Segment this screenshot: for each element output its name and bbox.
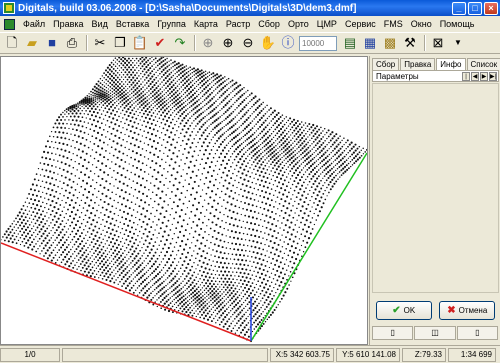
check-icon: ✔ — [392, 305, 401, 316]
tools-icon[interactable]: ⚒ — [401, 34, 419, 52]
tab-list[interactable]: Список — [466, 58, 500, 70]
menu-raster[interactable]: Растр — [222, 19, 254, 29]
status-page: 1/0 — [0, 347, 60, 362]
dropdown-arrow-icon[interactable]: ▼ — [449, 34, 467, 52]
maximize-button[interactable]: □ — [468, 1, 482, 15]
ok-button-label: OK — [403, 306, 416, 315]
menu-group[interactable]: Группа — [153, 19, 190, 29]
dem-3d-view[interactable] — [0, 56, 368, 345]
status-x: X:5 342 603.75 — [270, 347, 334, 362]
status-bar: 1/0 X:5 342 603.75 Y:5 610 141.08 Z:79.3… — [0, 345, 500, 363]
prev-record-icon[interactable]: ◀ — [471, 71, 479, 81]
side-panel: Сбор Правка Инфо Список Параметры |◀ ◀ ▶… — [369, 56, 500, 345]
ok-button[interactable]: ✔ OK — [375, 301, 432, 320]
panel-tabs: Сбор Правка Инфо Список — [372, 58, 500, 71]
layout-split-icon[interactable]: ◫ — [414, 326, 456, 340]
menu-window[interactable]: Окно — [407, 19, 436, 29]
status-empty — [62, 347, 268, 362]
properties-icon[interactable]: ▩ — [381, 34, 399, 52]
terrain-dots — [1, 57, 367, 343]
info-icon[interactable]: ⓘ — [279, 34, 297, 52]
close-button[interactable]: × — [484, 1, 498, 15]
cancel-button-label: Отмена — [458, 306, 488, 315]
new-document-icon[interactable]: 🗋 — [3, 34, 21, 52]
tab-edit[interactable]: Правка — [400, 58, 436, 70]
next-record-icon[interactable]: ▶ — [480, 71, 488, 81]
paste-icon[interactable]: 📋 — [131, 34, 149, 52]
menu-map[interactable]: Карта — [190, 19, 222, 29]
status-z: Z:79.33 — [402, 347, 446, 362]
menu-dem[interactable]: ЦМР — [313, 19, 341, 29]
tab-collect[interactable]: Сбор — [372, 58, 400, 70]
menu-service[interactable]: Сервис — [341, 19, 380, 29]
crosshair-icon[interactable]: ⊕ — [199, 34, 217, 52]
minimize-button[interactable]: _ — [452, 1, 466, 15]
scale-input[interactable] — [299, 35, 337, 51]
terrain-point-cloud[interactable] — [1, 57, 368, 345]
menu-view[interactable]: Вид — [88, 19, 112, 29]
status-y: Y:5 610 141.08 — [336, 347, 400, 362]
title-bar: Digitals, build 03.06.2008 - [D:\Sasha\D… — [0, 0, 500, 16]
open-folder-icon[interactable]: ▰ — [23, 34, 41, 52]
parameters-bar: Параметры |◀ ◀ ▶ ▶| — [372, 70, 499, 89]
panel-content — [372, 83, 499, 293]
axis-x-red — [1, 242, 252, 342]
layout-right-icon[interactable]: ▯ — [456, 326, 498, 340]
pan-hand-icon[interactable]: ✋ — [259, 34, 277, 52]
cancel-button[interactable]: ✖ Отмена — [439, 301, 496, 320]
zoom-out-icon[interactable]: ⊖ — [239, 34, 257, 52]
menu-insert[interactable]: Вставка — [112, 19, 153, 29]
table-icon[interactable]: ▦ — [361, 34, 379, 52]
toolbar: 🗋 ▰ ■ ⎙ ✂ ❐ 📋 ✔ ↷ ⊕ ⊕ ⊖ ✋ ⓘ ▤ ▦ ▩ ⚒ ⊠ ▼ — [0, 32, 500, 54]
redo-icon[interactable]: ↷ — [171, 34, 189, 52]
window-title: Digitals, build 03.06.2008 - [D:\Sasha\D… — [18, 2, 357, 14]
print-icon[interactable]: ⎙ — [63, 34, 81, 52]
menu-ortho[interactable]: Орто — [284, 19, 313, 29]
save-icon[interactable]: ■ — [43, 34, 61, 52]
select-mode-icon[interactable]: ⊠ — [429, 34, 447, 52]
parameters-label: Параметры — [376, 71, 419, 81]
cross-icon: ✖ — [447, 305, 456, 316]
first-record-icon[interactable]: |◀ — [462, 71, 470, 89]
menu-collect[interactable]: Сбор — [254, 19, 284, 29]
menu-file[interactable]: Файл — [19, 19, 49, 29]
status-scale: 1:34 699 — [448, 347, 496, 362]
check-icon[interactable]: ✔ — [151, 34, 169, 52]
menu-fms[interactable]: FMS — [380, 19, 407, 29]
last-record-icon[interactable]: ▶| — [489, 71, 497, 81]
menu-help[interactable]: Помощь — [436, 19, 479, 29]
zoom-in-icon[interactable]: ⊕ — [219, 34, 237, 52]
cut-icon[interactable]: ✂ — [91, 34, 109, 52]
menu-edit[interactable]: Правка — [49, 19, 87, 29]
copy-icon[interactable]: ❐ — [111, 34, 129, 52]
menu-bar: Файл Правка Вид Вставка Группа Карта Рас… — [0, 16, 500, 32]
document-icon[interactable] — [4, 18, 15, 30]
app-icon — [3, 2, 15, 14]
layers-icon[interactable]: ▤ — [341, 34, 359, 52]
layout-left-icon[interactable]: ▯ — [372, 326, 414, 340]
panel-buttons: ✔ OK ✖ Отмена — [372, 301, 499, 321]
panel-layout-tools: ▯ ◫ ▯ — [372, 326, 499, 341]
